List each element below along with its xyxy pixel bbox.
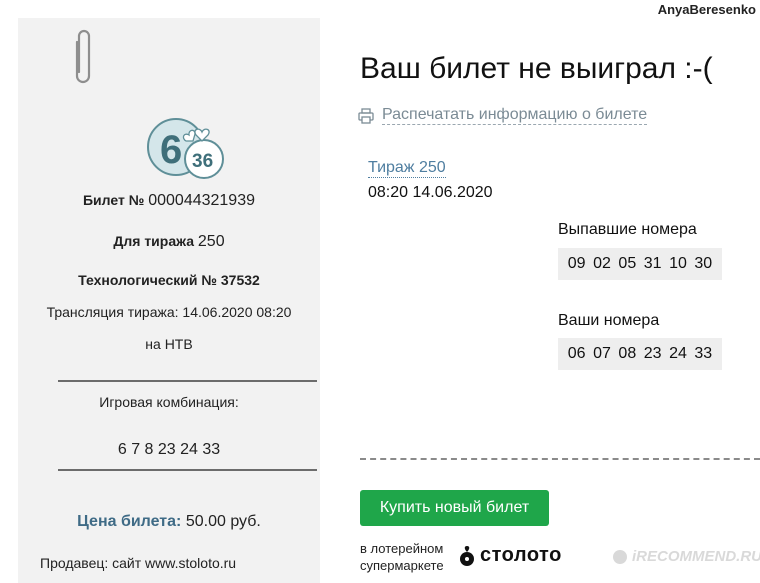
your-number: 06 (567, 345, 586, 362)
watermark-logo-icon (613, 549, 627, 564)
sold-at-text: в лотерейном супермаркете (360, 540, 444, 574)
combo-value: 6 7 8 23 24 33 (117, 441, 221, 458)
your-number: 33 (694, 345, 713, 362)
ticket-price: Цена билета: 50.00 руб. (77, 513, 261, 530)
drawn-number: 31 (643, 255, 662, 272)
combo-label: Игровая комбинация: (99, 394, 239, 410)
drawn-number: 02 (593, 255, 611, 272)
buy-new-ticket-button[interactable]: Купить новый билет (360, 490, 549, 526)
result-headline: Ваш билет не выиграл :-( (360, 52, 713, 85)
seller-info: Продавец: сайт www.stoloto.ru (40, 555, 237, 571)
tech-number: Технологический № 37532 (78, 272, 260, 288)
your-numbers-label: Ваши номера (558, 312, 660, 329)
broadcast-info: Трансляция тиража: 14.06.2020 08:20 (46, 304, 292, 320)
your-numbers: 06 07 08 23 24 33 (558, 338, 722, 370)
sold-at-line: в лотерейном (360, 541, 444, 556)
lottery-logo: 6 36 (147, 118, 224, 179)
stoloto-brand-link[interactable]: столото (458, 544, 562, 567)
print-ticket-link[interactable]: Распечатать информацию о билете (358, 106, 648, 125)
watermark-text: iRECOMMEND.RU (632, 548, 760, 565)
watermark: iRECOMMEND.RU (612, 548, 760, 565)
divider (58, 380, 317, 382)
drawn-numbers-label: Выпавшие номера (558, 221, 697, 238)
svg-text:6: 6 (160, 128, 182, 172)
draw-datetime: 08:20 14.06.2020 (368, 184, 493, 201)
ticket-draw: Для тиража 250 (113, 233, 225, 250)
sold-at-line: супермаркете (360, 558, 444, 573)
print-ticket-label: Распечатать информацию о билете (382, 106, 648, 125)
drawn-number: 10 (669, 255, 687, 272)
your-number: 07 (593, 345, 611, 362)
drawn-number: 05 (618, 255, 637, 272)
drawn-number: 30 (694, 255, 713, 272)
broadcast-channel: на НТВ (145, 336, 193, 352)
dashed-divider (360, 458, 760, 460)
divider (58, 469, 317, 471)
ticket-panel: 6 36 Билет № 000044321939 Для тиража 250… (18, 18, 320, 583)
drawn-numbers: 09 02 05 31 10 30 (558, 248, 722, 280)
printer-icon (358, 107, 374, 124)
svg-text:36: 36 (192, 151, 213, 172)
your-number: 24 (669, 345, 687, 362)
stoloto-logo-icon (460, 545, 474, 566)
paperclip-icon (75, 29, 91, 84)
ticket-number: Билет № 000044321939 (82, 192, 255, 209)
draw-link[interactable]: Тираж 250 (368, 159, 446, 178)
author-name: AnyaBeresenko (649, 0, 760, 19)
brand-name: столото (480, 544, 562, 566)
your-number: 08 (618, 345, 637, 362)
drawn-number: 09 (567, 255, 586, 272)
your-number: 23 (643, 345, 662, 362)
